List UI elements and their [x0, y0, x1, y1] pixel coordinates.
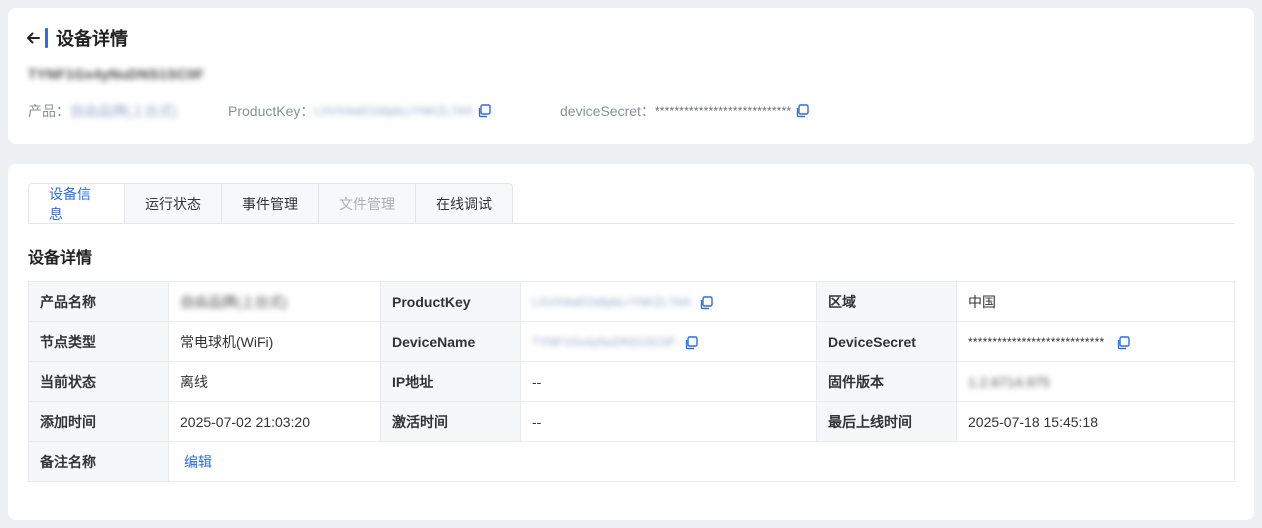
table-row: 当前状态 离线 IP地址 -- 固件版本 1.2.6714.975: [28, 361, 1235, 402]
section-title: 设备详情: [28, 250, 93, 267]
device-secret-label: DeviceSecret: [816, 321, 957, 362]
meta-device-secret: deviceSecret： **************************…: [560, 101, 809, 121]
device-secret-cell: ****************************: [956, 321, 1235, 362]
status-label: 当前状态: [28, 361, 169, 402]
product-key-value: LXVX4wEOdIpbLrYNKZL7AA: [532, 295, 691, 310]
device-name-cell: TYNF1Gx4yNuDNS1SC0F: [520, 321, 817, 362]
ip-value: --: [520, 361, 817, 402]
table-row: 产品名称 自由品牌(上台式) ProductKey LXVX4wEOdIpbLr…: [28, 281, 1235, 322]
device-detail-card: 设备信息 运行状态 事件管理 文件管理 在线调试 设备详情 产品名称 自由品牌(…: [8, 164, 1254, 520]
product-key-label: ProductKey: [380, 281, 521, 322]
copy-icon[interactable]: [795, 104, 809, 118]
last-online-label: 最后上线时间: [816, 401, 957, 442]
meta-product-key-label: ProductKey：: [228, 103, 315, 119]
activated-time-label: 激活时间: [380, 401, 521, 442]
meta-product-key: ProductKey： LXVX4wEOdIpbLrYNKZL7AA: [228, 101, 491, 121]
product-name-value: 自由品牌(上台式): [168, 281, 381, 322]
added-time-label: 添加时间: [28, 401, 169, 442]
device-secret-value: ****************************: [968, 335, 1105, 350]
node-type-label: 节点类型: [28, 321, 169, 362]
tab-running-status[interactable]: 运行状态: [125, 183, 222, 224]
activated-time-value: --: [520, 401, 817, 442]
meta-device-secret-value: ****************************: [654, 104, 792, 118]
tabs-divider: [28, 223, 1234, 224]
product-name-label: 产品名称: [28, 281, 169, 322]
meta-product-label: 产品：: [28, 103, 70, 119]
tab-bar: 设备信息 运行状态 事件管理 文件管理 在线调试: [28, 183, 513, 224]
device-name-value: TYNF1Gx4yNuDNS1SC0F: [532, 335, 677, 350]
copy-icon[interactable]: [477, 104, 491, 118]
tab-file-management[interactable]: 文件管理: [319, 183, 416, 224]
tab-device-info[interactable]: 设备信息: [28, 183, 125, 224]
status-value: 离线: [168, 361, 381, 402]
device-name-heading: TYNF1Gx4yNuDNS1SC0F: [28, 66, 205, 82]
table-row: 添加时间 2025-07-02 21:03:20 激活时间 -- 最后上线时间 …: [28, 401, 1235, 442]
tab-event-management[interactable]: 事件管理: [222, 183, 319, 224]
tab-online-debug[interactable]: 在线调试: [416, 183, 513, 224]
last-online-value: 2025-07-18 15:45:18: [956, 401, 1235, 442]
copy-icon[interactable]: [684, 335, 698, 350]
page-title: 设备详情: [56, 29, 128, 49]
meta-product-key-value: LXVX4wEOdIpbLrYNKZL7AA: [314, 104, 474, 118]
back-arrow-icon[interactable]: [24, 29, 42, 47]
region-label: 区域: [816, 281, 957, 322]
node-type-value: 常电球机(WiFi): [168, 321, 381, 362]
table-row: 备注名称 编辑: [28, 441, 1235, 482]
remark-label: 备注名称: [28, 441, 169, 482]
firmware-label: 固件版本: [816, 361, 957, 402]
region-value: 中国: [956, 281, 1235, 322]
copy-icon[interactable]: [699, 295, 713, 310]
ip-label: IP地址: [380, 361, 521, 402]
copy-icon[interactable]: [1116, 335, 1130, 350]
title-accent-bar: [45, 28, 48, 48]
added-time-value: 2025-07-02 21:03:20: [168, 401, 381, 442]
firmware-cell: 1.2.6714.975: [956, 361, 1235, 402]
edit-remark-link[interactable]: 编辑: [180, 454, 212, 470]
table-row: 节点类型 常电球机(WiFi) DeviceName TYNF1Gx4yNuDN…: [28, 321, 1235, 362]
device-details-table: 产品名称 自由品牌(上台式) ProductKey LXVX4wEOdIpbLr…: [28, 281, 1235, 482]
remark-cell: 编辑: [168, 441, 1235, 482]
device-summary-card: 设备详情 TYNF1Gx4yNuDNS1SC0F 产品： 自由品牌(上台式) P…: [8, 8, 1254, 144]
meta-product-value: 自由品牌(上台式): [70, 103, 178, 119]
meta-product: 产品： 自由品牌(上台式): [28, 101, 177, 121]
meta-device-secret-label: deviceSecret：: [560, 103, 655, 119]
device-name-label: DeviceName: [380, 321, 521, 362]
product-key-cell: LXVX4wEOdIpbLrYNKZL7AA: [520, 281, 817, 322]
page-header: 设备详情: [24, 26, 128, 50]
product-name-text: 自由品牌(上台式): [180, 293, 288, 310]
firmware-value: 1.2.6714.975: [968, 373, 1050, 390]
